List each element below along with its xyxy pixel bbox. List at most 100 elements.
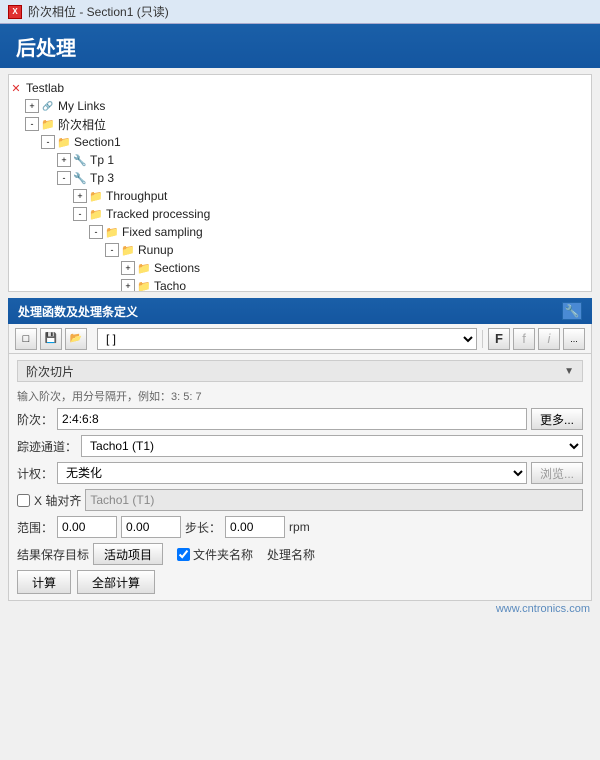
function-select[interactable]: [ ]	[97, 328, 477, 350]
section1-expander[interactable]: -	[41, 135, 55, 149]
order-expander[interactable]: -	[25, 117, 39, 131]
xaxis-label: X 轴对齐	[34, 492, 81, 509]
tracked-expander[interactable]: -	[73, 207, 87, 221]
tree-item-sections[interactable]: + 📁 Sections	[9, 259, 591, 277]
tacho-label: Tacho	[154, 279, 186, 292]
save-target-btn[interactable]: 活动项目	[93, 543, 163, 565]
tp3-expander[interactable]: -	[57, 171, 71, 185]
font-normal-btn[interactable]: f	[513, 328, 535, 350]
tree-item-order[interactable]: - 📁 阶次相位	[9, 115, 591, 133]
testlab-icon: ✕	[9, 81, 23, 95]
process-label: 处理名称	[267, 546, 315, 563]
fixed-label: Fixed sampling	[122, 225, 203, 239]
order-row: 阶次： 更多...	[17, 408, 583, 430]
app-header: 后处理	[0, 24, 600, 68]
fixed-expander[interactable]: -	[89, 225, 103, 239]
panel-header-title: 处理函数及处理条定义	[18, 303, 138, 320]
runup-expander[interactable]: -	[105, 243, 119, 257]
calc-all-btn[interactable]: 全部计算	[77, 570, 155, 594]
tree-item-testlab[interactable]: ✕ Testlab	[9, 79, 591, 97]
tree-item-tp3[interactable]: - 🔧 Tp 3	[9, 169, 591, 187]
calc-btn[interactable]: 计算	[17, 570, 71, 594]
new-btn[interactable]: □	[15, 328, 37, 350]
form-area: 阶次切片 ▼ 输入阶次，用分号隔开，例如：3: 5: 7 阶次： 更多... 踪…	[8, 354, 592, 601]
save-button[interactable]: 💾	[40, 328, 62, 350]
open-button[interactable]: 📂	[65, 328, 87, 350]
title-bar-icon: X	[8, 5, 22, 19]
tp1-icon: 🔧	[73, 153, 87, 167]
tree-item-runup[interactable]: - 📁 Runup	[9, 241, 591, 259]
panel-header: 处理函数及处理条定义 🔧	[8, 298, 592, 324]
tacho-icon: 📁	[137, 279, 151, 292]
title-bar: X 阶次相位 - Section1 (只读)	[0, 0, 600, 24]
testlab-label: Testlab	[26, 81, 64, 95]
sections-icon: 📁	[137, 261, 151, 275]
xaxis-checkbox[interactable]	[17, 494, 30, 507]
sections-expander[interactable]: +	[121, 261, 135, 275]
tree-item-section1[interactable]: - 📁 Section1	[9, 133, 591, 151]
throughput-icon: 📁	[89, 189, 103, 203]
tacho-select[interactable]: Tacho1 (T1)	[81, 435, 583, 457]
tacho-label: 踪迹通道：	[17, 438, 77, 455]
tree-item-tp1[interactable]: + 🔧 Tp 1	[9, 151, 591, 169]
tp3-icon: 🔧	[73, 171, 87, 185]
tracked-label: Tracked processing	[106, 207, 210, 221]
fixed-icon: 📁	[105, 225, 119, 239]
watermark: www.cntronics.com	[0, 601, 600, 617]
open-icon: 📂	[70, 333, 82, 344]
tree-item-tacho[interactable]: + 📁 Tacho	[9, 277, 591, 292]
unit-label: rpm	[289, 520, 310, 534]
tree-item-fixed[interactable]: - 📁 Fixed sampling	[9, 223, 591, 241]
section-header-arrow: ▼	[564, 366, 574, 377]
tree-panel[interactable]: ✕ Testlab + 🔗 My Links - 📁 阶次相位 - 📁 Sect…	[8, 74, 592, 292]
weight-browse-btn[interactable]: 浏览...	[531, 462, 583, 484]
step-input[interactable]	[225, 516, 285, 538]
weight-label: 计权：	[17, 465, 53, 482]
xaxis-input[interactable]	[85, 489, 583, 511]
section1-folder-icon: 📁	[57, 135, 71, 149]
range-row: 范围： 步长： rpm	[17, 516, 583, 538]
order-folder-icon: 📁	[41, 117, 55, 131]
new-icon: □	[23, 333, 30, 345]
weight-row: 计权： 无类化 浏览...	[17, 462, 583, 484]
order-label: 阶次相位	[58, 116, 106, 133]
font-bold-btn[interactable]: F	[488, 328, 510, 350]
tree-panel-inner: ✕ Testlab + 🔗 My Links - 📁 阶次相位 - 📁 Sect…	[9, 75, 591, 292]
more-options-btn[interactable]: ...	[563, 328, 585, 350]
tacho-expander[interactable]: +	[121, 279, 135, 292]
panel-header-icon[interactable]: 🔧	[562, 302, 582, 320]
weight-select[interactable]: 无类化	[57, 462, 527, 484]
save-target-row: 结果保存目标 活动项目 文件夹名称 处理名称	[17, 543, 583, 565]
app-header-title: 后处理	[16, 32, 76, 61]
tp1-expander[interactable]: +	[57, 153, 71, 167]
form-hint: 输入阶次，用分号隔开，例如：3: 5: 7	[17, 388, 583, 404]
tp1-label: Tp 1	[90, 153, 114, 167]
section1-label: Section1	[74, 135, 121, 149]
filename-checkbox[interactable]	[177, 548, 190, 561]
tree-item-tracked[interactable]: - 📁 Tracked processing	[9, 205, 591, 223]
tp3-label: Tp 3	[90, 171, 114, 185]
order-more-btn[interactable]: 更多...	[531, 408, 583, 430]
action-row: 计算 全部计算	[17, 570, 583, 594]
bottom-panel: 处理函数及处理条定义 🔧 □ 💾 📂 [ ] F f i ... 阶次切片 ▼ …	[8, 298, 592, 601]
range-end-input[interactable]	[121, 516, 181, 538]
order-input[interactable]	[57, 408, 527, 430]
toolbar-divider	[482, 330, 483, 348]
order-label: 阶次：	[17, 411, 53, 428]
toolbar: □ 💾 📂 [ ] F f i ...	[8, 324, 592, 354]
title-bar-text: 阶次相位 - Section1 (只读)	[28, 3, 169, 20]
step-label: 步长：	[185, 519, 221, 536]
range-start-input[interactable]	[57, 516, 117, 538]
runup-label: Runup	[138, 243, 173, 257]
sections-label: Sections	[154, 261, 200, 275]
filename-checkbox-row: 文件夹名称	[177, 546, 253, 563]
mylinks-expander[interactable]: +	[25, 99, 39, 113]
throughput-expander[interactable]: +	[73, 189, 87, 203]
filename-label: 文件夹名称	[193, 546, 253, 563]
section-header[interactable]: 阶次切片 ▼	[17, 360, 583, 382]
tree-item-mylinks[interactable]: + 🔗 My Links	[9, 97, 591, 115]
save-target-label: 结果保存目标	[17, 546, 89, 563]
font-italic-btn[interactable]: i	[538, 328, 560, 350]
tree-item-throughput[interactable]: + 📁 Throughput	[9, 187, 591, 205]
mylinks-label: My Links	[58, 99, 105, 113]
